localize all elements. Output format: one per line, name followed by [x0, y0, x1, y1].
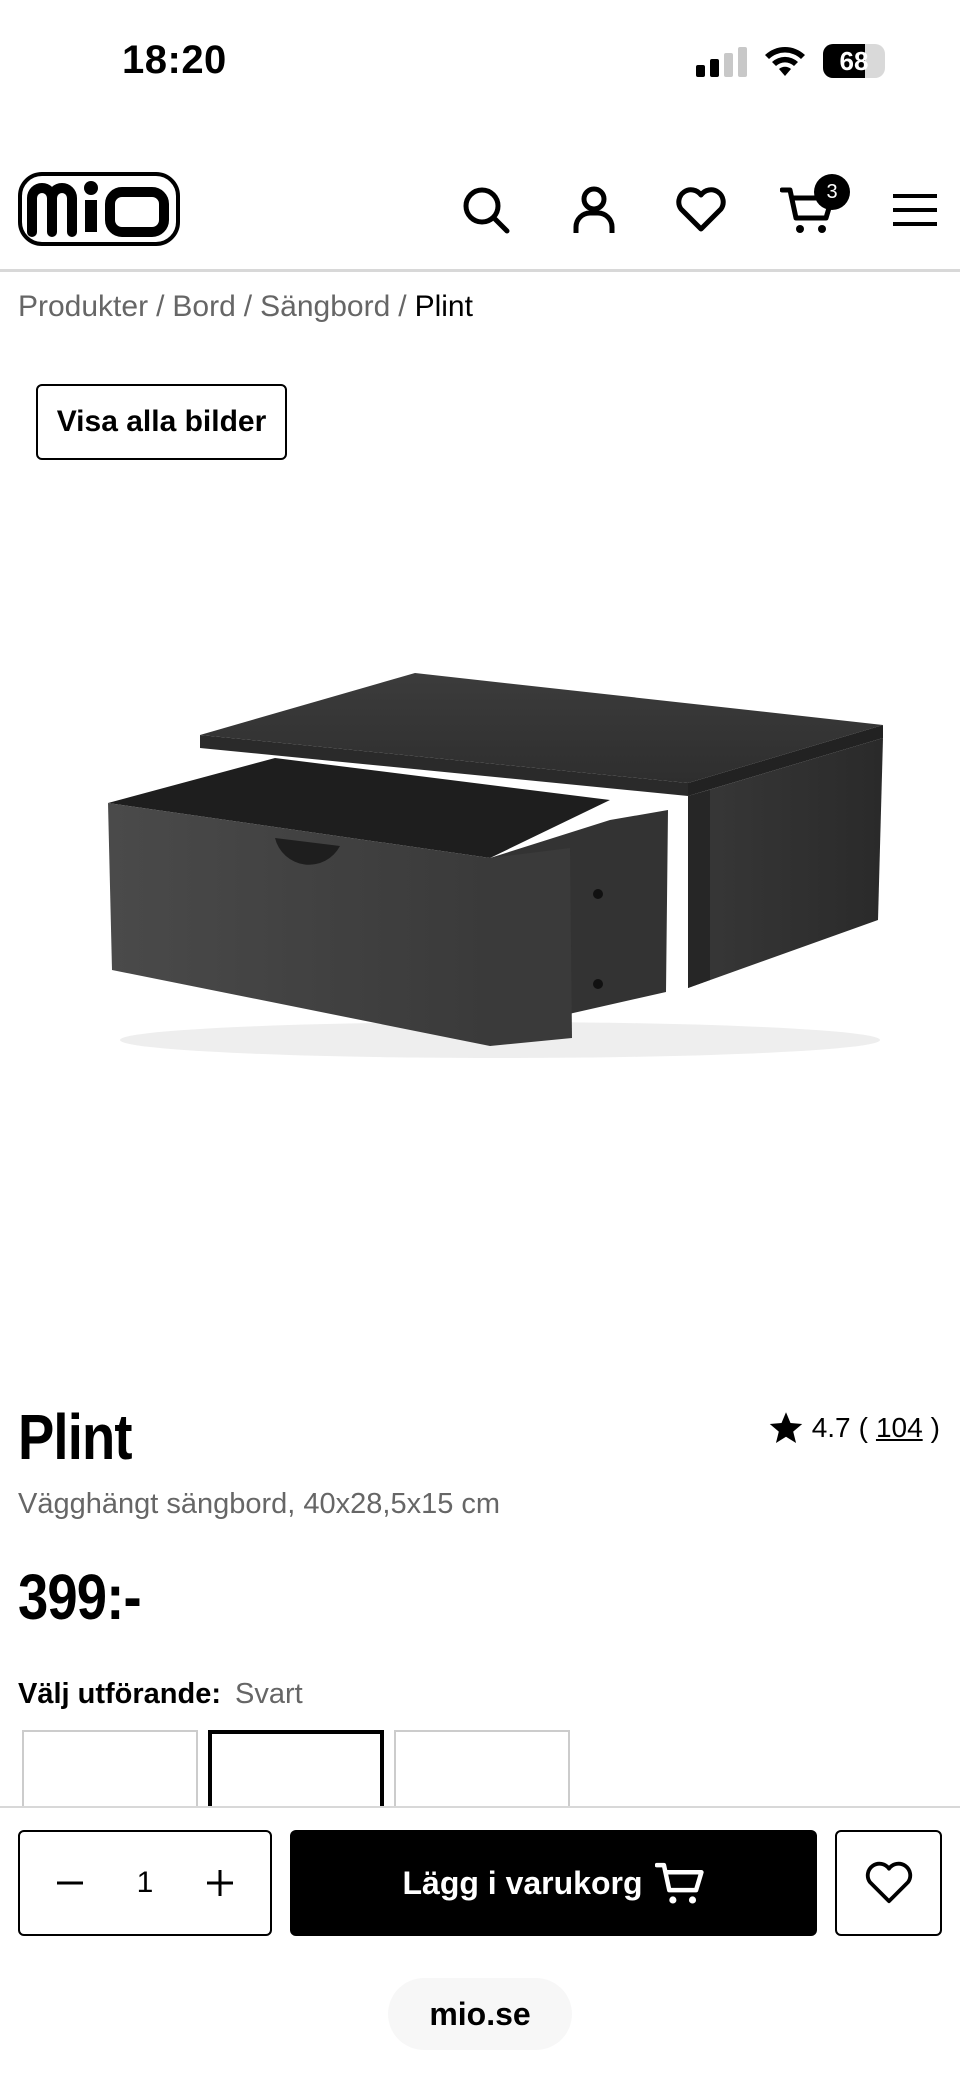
add-to-cart-label: Lägg i varukorg: [402, 1864, 643, 1901]
search-icon: [463, 187, 510, 234]
breadcrumb-separator: /: [398, 290, 407, 323]
increase-quantity-button[interactable]: [200, 1863, 240, 1903]
breadcrumb-item-produkter[interactable]: Produkter: [18, 290, 148, 324]
add-to-wishlist-button[interactable]: [835, 1830, 942, 1936]
variant-swatch[interactable]: [22, 1730, 198, 1810]
variant-value: Svart: [235, 1678, 303, 1710]
heart-icon: [676, 187, 726, 232]
battery-indicator: 68: [823, 44, 885, 78]
quantity-stepper: 1: [18, 1830, 272, 1936]
breadcrumb: Produkter / Bord / Sängbord / Plint: [18, 290, 473, 324]
variant-swatch-selected[interactable]: [208, 1730, 384, 1810]
plus-icon: [207, 1870, 233, 1896]
breadcrumb-current: Plint: [414, 290, 473, 323]
site-header: 3: [0, 160, 960, 272]
status-time: 18:20: [122, 38, 227, 82]
decrease-quantity-button[interactable]: [50, 1863, 90, 1903]
show-all-images-button[interactable]: Visa alla bilder: [36, 384, 287, 460]
cellular-signal-icon: [696, 45, 747, 77]
quantity-value[interactable]: 1: [137, 1866, 154, 1900]
mio-logo[interactable]: [18, 172, 180, 251]
status-bar: 18:20 68: [0, 0, 960, 130]
battery-icon: 68: [823, 44, 885, 78]
variant-swatches: [22, 1730, 570, 1810]
battery-percent: 68: [839, 45, 869, 76]
product-price: 399:-: [18, 1561, 142, 1633]
search-button[interactable]: [456, 180, 516, 240]
account-button[interactable]: [564, 180, 624, 240]
rating-value: 4.7: [811, 1412, 851, 1443]
wifi-icon: [765, 47, 805, 76]
star-icon: [769, 1412, 802, 1443]
breadcrumb-item-bord[interactable]: Bord: [172, 290, 235, 324]
add-to-cart-button[interactable]: Lägg i varukorg: [290, 1830, 817, 1936]
status-indicators: 68: [696, 44, 885, 78]
menu-button[interactable]: [885, 180, 945, 240]
product-image[interactable]: [90, 640, 910, 1070]
cart-button[interactable]: 3: [778, 174, 850, 240]
variant-selector-label: Välj utförande: Svart: [18, 1678, 303, 1711]
product-title: Plint: [18, 1401, 132, 1473]
variant-label: Välj utförande:: [18, 1678, 222, 1710]
review-count-link[interactable]: 104: [876, 1412, 923, 1444]
minus-icon: [57, 1881, 83, 1885]
wishlist-button[interactable]: [671, 180, 731, 240]
cart-icon: [654, 1862, 704, 1904]
product-rating[interactable]: 4.7 (104): [768, 1410, 940, 1446]
breadcrumb-item-sangbord[interactable]: Sängbord: [260, 290, 390, 324]
variant-swatch[interactable]: [394, 1730, 570, 1810]
cart-count-badge: 3: [814, 174, 850, 210]
product-subtitle: Vägghängt sängbord, 40x28,5x15 cm: [18, 1488, 501, 1520]
menu-icon: [893, 194, 937, 226]
user-icon: [573, 186, 615, 233]
breadcrumb-separator: /: [243, 290, 253, 323]
rating-paren-open: (: [858, 1412, 868, 1443]
purchase-bar: 1 Lägg i varukorg: [0, 1806, 960, 1966]
heart-icon: [865, 1861, 912, 1904]
breadcrumb-separator: /: [156, 290, 165, 323]
browser-url-bar[interactable]: mio.se: [388, 1978, 572, 2050]
rating-paren-close: ): [930, 1412, 940, 1443]
mio-logo-icon: [18, 172, 180, 246]
